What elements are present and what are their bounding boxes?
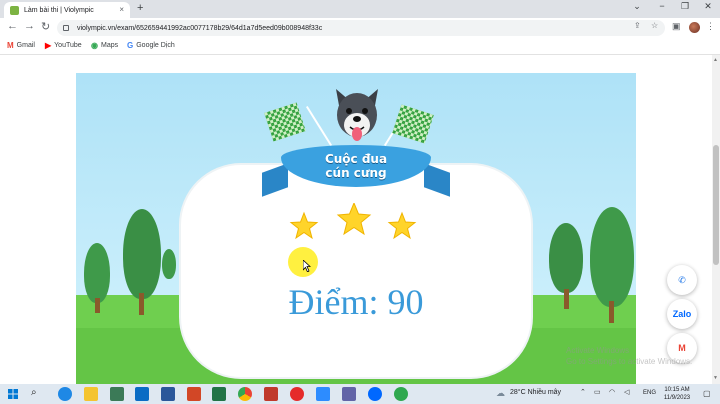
result-card xyxy=(181,165,531,377)
tree-trunk xyxy=(564,289,569,309)
chrome-icon[interactable] xyxy=(238,387,252,401)
bookmarks-bar: M Gmail ▶ YouTube ◉ Maps G Google Dịch xyxy=(0,38,720,55)
url-text: violympic.vn/exam/652659441992ac0077178b… xyxy=(77,24,323,32)
tree-trunk xyxy=(95,298,100,313)
close-tab-icon[interactable]: × xyxy=(119,5,124,14)
powerpoint-icon[interactable] xyxy=(187,387,201,401)
weather-cloud-icon: ☁ xyxy=(496,388,505,398)
game-result-scene: Cuộc đua cún cưng Điểm: 90 xyxy=(76,73,636,384)
tree-icon xyxy=(123,209,161,299)
close-window-button[interactable]: ✕ xyxy=(698,1,718,12)
tree-icon xyxy=(84,243,110,303)
pdf-reader-icon[interactable] xyxy=(264,387,278,401)
bookmark-youtube[interactable]: ▶ YouTube xyxy=(45,41,82,50)
bookmark-label: Gmail xyxy=(16,42,35,49)
app-icon[interactable] xyxy=(394,387,408,401)
clock-time: 10:15 AM xyxy=(664,387,690,393)
share-icon[interactable]: ⇪ xyxy=(634,21,641,30)
bookmark-star-icon[interactable]: ☆ xyxy=(651,21,658,30)
star-icon xyxy=(289,211,319,240)
star-icon xyxy=(336,203,372,236)
translate-icon: G xyxy=(127,41,134,50)
page-viewport: Cuộc đua cún cưng Điểm: 90 ✆ Zalo M Acti… xyxy=(0,55,712,384)
flag-pole xyxy=(305,105,333,147)
maximize-button[interactable]: ❐ xyxy=(675,1,695,12)
bookmark-label: Google Dịch xyxy=(136,42,175,49)
search-icon[interactable]: ⌕ xyxy=(31,387,37,398)
scrollbar-thumb[interactable] xyxy=(713,145,719,265)
phone-icon: ✆ xyxy=(678,274,686,285)
bookmark-label: YouTube xyxy=(54,42,82,49)
star-rating xyxy=(289,203,417,240)
tree-icon xyxy=(162,249,176,279)
chevron-up-icon[interactable]: ⌃ xyxy=(580,388,586,396)
new-tab-button[interactable]: + xyxy=(137,2,143,14)
bookmark-gmail[interactable]: M Gmail xyxy=(7,41,35,50)
opera-icon[interactable] xyxy=(290,387,304,401)
edge-icon[interactable] xyxy=(58,387,72,401)
checkered-flag-right-icon xyxy=(392,104,434,144)
tab-search-icon[interactable]: ⌄ xyxy=(627,1,647,12)
store-icon[interactable] xyxy=(110,387,124,401)
weather-text[interactable]: 28°C Nhiều mây xyxy=(510,389,561,396)
violympic-favicon-icon xyxy=(10,5,19,15)
network-icon[interactable]: ▭ xyxy=(594,388,601,396)
reload-icon[interactable]: ↻ xyxy=(41,20,50,33)
bookmark-maps[interactable]: ◉ Maps xyxy=(91,41,118,50)
zalo-button[interactable]: Zalo xyxy=(667,299,697,329)
youtube-icon: ▶ xyxy=(45,41,52,50)
mail-icon[interactable] xyxy=(135,387,149,401)
watermark-line2: Go to Settings to activate Windows. xyxy=(566,357,693,366)
word-icon[interactable] xyxy=(161,387,175,401)
tree-icon xyxy=(549,223,583,293)
tab-strip: Làm bài thi | Violympic × + ⌄ − ❐ ✕ xyxy=(0,0,720,18)
tree-trunk xyxy=(609,301,614,323)
watermark-line1: Activate Windows xyxy=(566,346,630,355)
tree-icon xyxy=(590,207,634,307)
bookmark-label: Maps xyxy=(100,42,119,49)
file-explorer-icon[interactable] xyxy=(84,387,98,401)
profile-avatar[interactable] xyxy=(689,22,700,33)
excel-icon[interactable] xyxy=(212,387,226,401)
volume-icon[interactable]: ◁ xyxy=(624,388,629,396)
tree-trunk xyxy=(139,293,144,315)
side-panel-icon[interactable]: ▣ xyxy=(672,21,681,32)
zalo-app-icon[interactable] xyxy=(368,387,382,401)
wifi-icon[interactable]: ◠ xyxy=(609,388,615,396)
teams-icon[interactable] xyxy=(342,387,356,401)
back-icon[interactable]: ← xyxy=(7,20,18,32)
zoom-icon[interactable] xyxy=(316,387,330,401)
zalo-label: Zalo xyxy=(672,309,692,319)
lock-icon[interactable] xyxy=(63,25,69,31)
browser-toolbar: ← → ↻ violympic.vn/exam/652659441992ac00… xyxy=(0,18,720,38)
windows-start-icon[interactable] xyxy=(8,389,18,399)
checkered-flag-left-icon xyxy=(264,102,306,142)
address-bar[interactable]: violympic.vn/exam/652659441992ac0077178b… xyxy=(57,20,665,36)
score-display: Điểm: 90 xyxy=(288,282,424,322)
mouse-cursor-icon xyxy=(303,260,311,272)
clock-date: 11/9/2023 xyxy=(663,395,691,401)
menu-kebab-icon[interactable]: ⋮ xyxy=(706,21,715,32)
minimize-button[interactable]: − xyxy=(652,1,672,11)
tab-violympic[interactable]: Làm bài thi | Violympic × xyxy=(4,2,130,18)
tab-title: Làm bài thi | Violympic xyxy=(24,6,94,14)
language-indicator[interactable]: ENG xyxy=(643,390,656,396)
system-clock[interactable]: 10:15 AM 11/9/2023 xyxy=(660,386,694,402)
star-icon xyxy=(387,211,417,240)
bookmark-google-dich[interactable]: G Google Dịch xyxy=(127,41,175,50)
page-scrollbar[interactable]: ▲ ▼ xyxy=(712,55,720,384)
phone-call-button[interactable]: ✆ xyxy=(667,265,697,295)
scroll-up-icon[interactable]: ▲ xyxy=(713,57,718,63)
scroll-down-icon[interactable]: ▼ xyxy=(713,375,718,381)
banner-title-line2: cún cưng xyxy=(325,166,387,180)
gmail-icon: M xyxy=(7,41,14,50)
maps-icon: ◉ xyxy=(91,41,98,50)
windows-taskbar: ⌕ ☁ 28°C Nhiều mây ⌃ ▭ ◠ ◁ ENG 10:15 AM … xyxy=(0,384,720,404)
activate-windows-watermark: Activate Windows Go to Settings to activ… xyxy=(566,345,692,367)
banner-title-line1: Cuộc đua xyxy=(324,152,388,166)
notification-icon[interactable]: ▢ xyxy=(703,389,711,398)
dog-mascot-icon xyxy=(336,89,378,141)
forward-icon[interactable]: → xyxy=(24,20,35,32)
